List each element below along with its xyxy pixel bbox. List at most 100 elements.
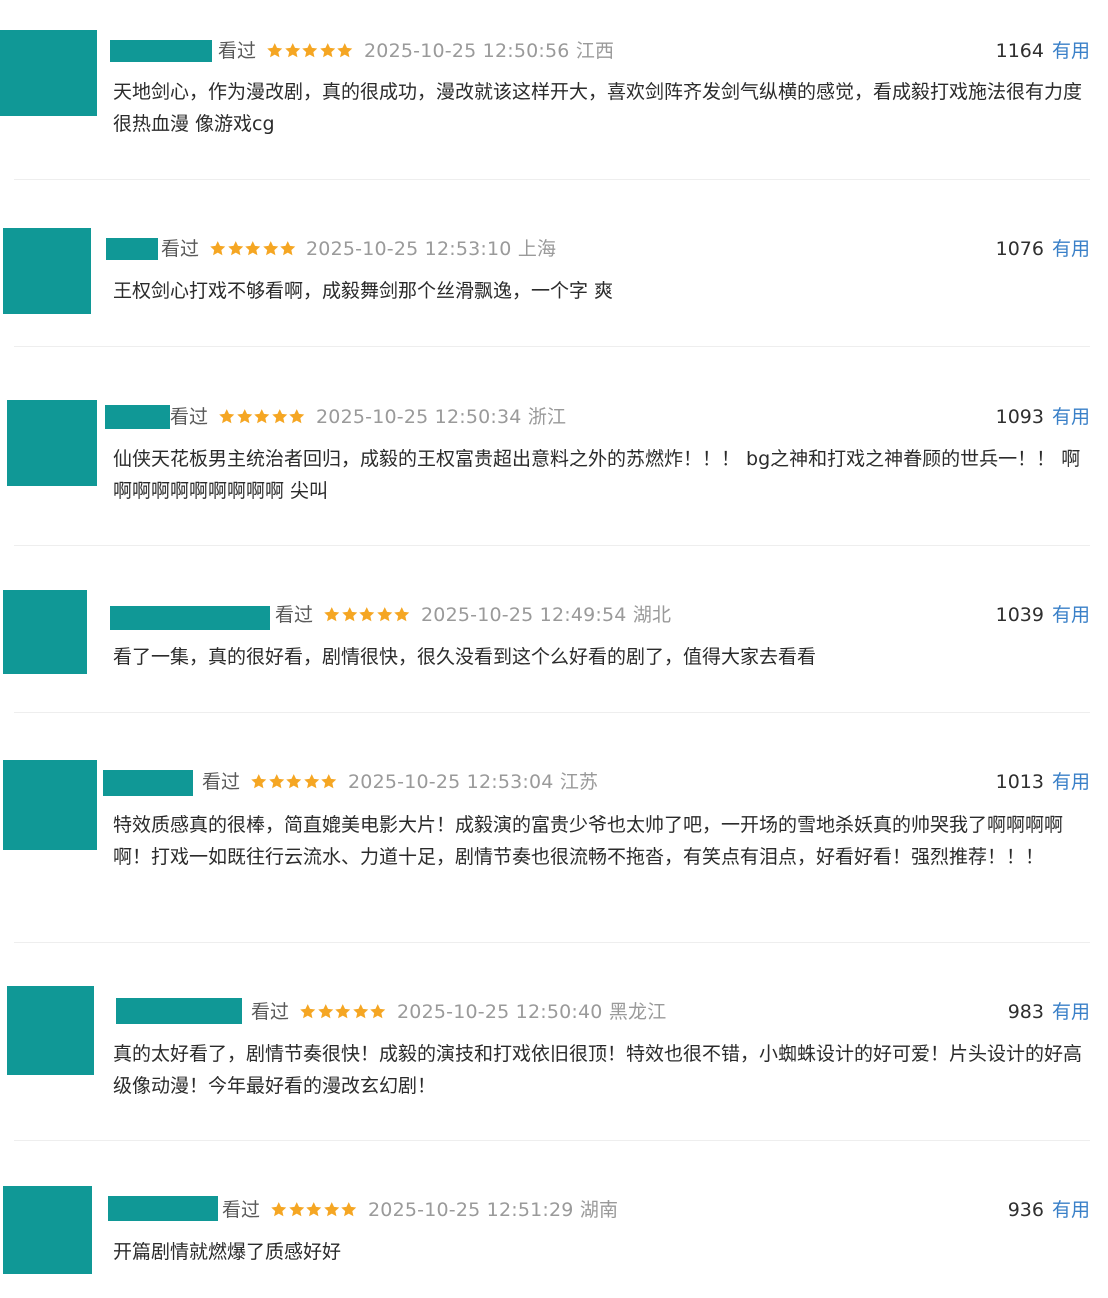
star-icon — [271, 1202, 287, 1217]
watch-status: 看过 — [275, 604, 314, 626]
vote-area: 1093 有用 — [996, 405, 1090, 429]
vote-count: 1164 — [995, 40, 1044, 62]
vote-area: 936 有用 — [1008, 1198, 1090, 1222]
avatar[interactable] — [3, 590, 87, 674]
useful-button[interactable]: 有用 — [1052, 237, 1090, 261]
star-icon — [394, 607, 410, 622]
rating-stars — [299, 1001, 387, 1023]
star-icon — [254, 409, 270, 424]
star-icon — [321, 774, 337, 789]
vote-count: 1093 — [995, 406, 1044, 428]
star-icon — [341, 1202, 357, 1217]
comment-datetime: 2025-10-25 12:50:56 — [364, 40, 570, 62]
comment-text: 看了一集，真的很好看，剧情很快，很久没看到这个么好看的剧了，值得大家去看看 — [113, 646, 817, 668]
star-icon — [376, 607, 392, 622]
watch-status: 看过 — [251, 1001, 290, 1023]
avatar[interactable] — [3, 228, 91, 314]
star-icon — [267, 43, 283, 58]
star-icon — [335, 1004, 351, 1019]
avatar[interactable] — [3, 1186, 92, 1274]
star-icon — [284, 43, 300, 58]
star-icon — [236, 409, 252, 424]
comment-region: 江西 — [575, 40, 615, 62]
star-icon — [341, 607, 357, 622]
star-icon — [289, 409, 305, 424]
star-icon — [262, 241, 278, 256]
comment-meta: 2025-10-25 12:53:10 上海 — [306, 237, 556, 261]
rating-stars — [250, 771, 338, 793]
comment-meta: 2025-10-25 12:49:54 湖北 — [421, 603, 671, 627]
vote-area: 1039 有用 — [996, 603, 1090, 627]
vote-area: 1164 有用 — [996, 39, 1090, 63]
watch-status: 看过 — [222, 1199, 261, 1221]
useful-button[interactable]: 有用 — [1052, 405, 1090, 429]
star-icon — [271, 409, 287, 424]
useful-button[interactable]: 有用 — [1052, 1000, 1090, 1024]
username-redacted[interactable] — [105, 405, 170, 429]
divider — [14, 179, 1090, 180]
comment-text: 王权剑心打戏不够看啊，成毅舞剑那个丝滑飘逸，一个字 爽 — [113, 280, 614, 302]
rating-stars — [218, 406, 306, 428]
watch-status: 看过 — [161, 238, 200, 260]
star-icon — [306, 1202, 322, 1217]
vote-area: 1076 有用 — [996, 237, 1090, 261]
comment-datetime: 2025-10-25 12:50:40 — [397, 1001, 603, 1023]
comment-datetime: 2025-10-25 12:53:04 — [348, 771, 554, 793]
star-icon — [337, 43, 353, 58]
rating-stars — [270, 1199, 358, 1221]
star-icon — [317, 1004, 333, 1019]
watch-status: 看过 — [202, 771, 241, 793]
star-icon — [227, 241, 243, 256]
vote-count: 983 — [1007, 1001, 1044, 1023]
avatar[interactable] — [7, 400, 97, 486]
username-redacted[interactable] — [110, 606, 270, 630]
username-redacted[interactable] — [110, 40, 212, 62]
username-redacted[interactable] — [108, 1196, 218, 1221]
star-icon — [303, 774, 319, 789]
watch-status: 看过 — [218, 40, 257, 62]
comment-text: 开篇剧情就燃爆了质感好好 — [113, 1241, 342, 1263]
comment-datetime: 2025-10-25 12:50:34 — [316, 406, 522, 428]
comment-meta: 2025-10-25 12:51:29 湖南 — [368, 1198, 618, 1222]
star-icon — [286, 774, 302, 789]
comment-meta: 2025-10-25 12:50:34 浙江 — [316, 405, 566, 429]
useful-button[interactable]: 有用 — [1052, 603, 1090, 627]
useful-button[interactable]: 有用 — [1052, 39, 1090, 63]
vote-count: 1013 — [995, 771, 1044, 793]
vote-area: 983 有用 — [1008, 1000, 1090, 1024]
comment-datetime: 2025-10-25 12:51:29 — [368, 1199, 574, 1221]
star-icon — [319, 43, 335, 58]
comment-region: 湖北 — [632, 604, 672, 626]
comment-region: 江苏 — [559, 771, 599, 793]
divider — [14, 545, 1090, 546]
rating-stars — [209, 238, 297, 260]
divider — [14, 942, 1090, 943]
useful-button[interactable]: 有用 — [1052, 770, 1090, 794]
star-icon — [288, 1202, 304, 1217]
comment-meta: 2025-10-25 12:50:56 江西 — [364, 39, 614, 63]
comment-region: 上海 — [517, 238, 557, 260]
avatar[interactable] — [7, 986, 94, 1075]
star-icon — [210, 241, 226, 256]
comment-region: 黑龙江 — [608, 1001, 667, 1023]
comment-meta: 2025-10-25 12:50:40 黑龙江 — [397, 1000, 666, 1024]
comment-datetime: 2025-10-25 12:53:10 — [306, 238, 512, 260]
star-icon — [268, 774, 284, 789]
comment-text: 仙侠天花板男主统治者回归，成毅的王权富贵超出意料之外的苏燃炸！！！ bg之神和打… — [113, 448, 1081, 502]
username-redacted[interactable] — [116, 998, 242, 1024]
useful-button[interactable]: 有用 — [1052, 1198, 1090, 1222]
avatar[interactable] — [0, 30, 97, 116]
username-redacted[interactable] — [103, 770, 193, 796]
star-icon — [324, 607, 340, 622]
star-icon — [300, 1004, 316, 1019]
star-icon — [359, 607, 375, 622]
comment-text: 天地剑心，作为漫改剧，真的很成功，漫改就该这样开大，喜欢剑阵齐发剑气纵横的感觉，… — [113, 81, 1083, 135]
comment-text: 特效质感真的很棒，简直媲美电影大片！成毅演的富贵少爷也太帅了吧，一开场的雪地杀妖… — [113, 814, 1064, 868]
divider — [14, 1140, 1090, 1141]
watch-status: 看过 — [170, 406, 209, 428]
divider — [14, 346, 1090, 347]
username-redacted[interactable] — [106, 238, 158, 260]
avatar[interactable] — [3, 760, 97, 850]
vote-count: 1039 — [995, 604, 1044, 626]
star-icon — [251, 774, 267, 789]
